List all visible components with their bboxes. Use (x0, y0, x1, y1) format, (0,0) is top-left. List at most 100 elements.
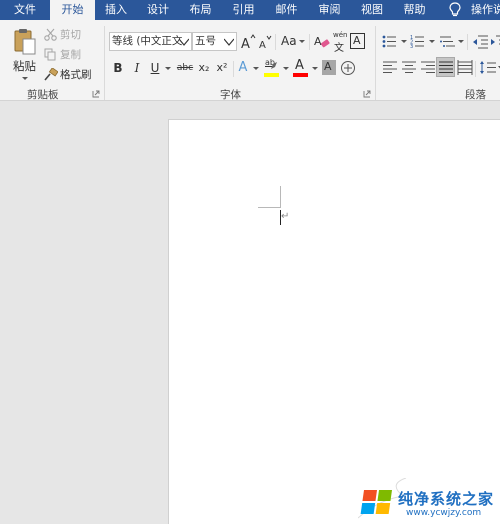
tab-help[interactable]: 帮助 (393, 0, 436, 20)
increase-indent-icon (491, 35, 500, 45)
justify-icon (439, 61, 453, 73)
character-border-label: A (353, 34, 361, 47)
tab-insert[interactable]: 插入 (95, 0, 137, 20)
paragraph-group-label: 段落 (465, 89, 486, 101)
numbering-button[interactable]: 1 2 3 (410, 33, 436, 50)
font-group-label: 字体 (220, 89, 241, 101)
font-size-combo[interactable]: 五号 (192, 32, 237, 51)
ribbon-home: 粘贴 剪切 复制 格式刷 剪贴板 等线 (中文正文 五号 A A Aa A wé… (0, 20, 500, 101)
align-left-button[interactable] (382, 59, 398, 76)
button-divider (233, 61, 234, 77)
distributed-button[interactable] (457, 59, 473, 76)
line-spacing-button[interactable] (479, 59, 500, 76)
marker-icon (271, 62, 277, 69)
tab-design[interactable]: 设计 (137, 0, 179, 20)
increase-indent-button[interactable] (490, 33, 500, 50)
format-painter-label: 格式刷 (60, 69, 92, 81)
highlight-button[interactable]: ab (264, 58, 280, 78)
tab-view[interactable]: 视图 (351, 0, 393, 20)
chevron-down-icon (22, 77, 28, 80)
chevron-down-icon[interactable] (312, 67, 318, 71)
decrease-indent-button[interactable] (472, 33, 488, 50)
change-case-button[interactable]: Aa (280, 33, 306, 50)
distributed-icon (457, 60, 473, 75)
tell-me-label: 操作说 (471, 3, 500, 16)
svg-text:A: A (259, 40, 266, 50)
chevron-down-icon[interactable] (165, 67, 171, 71)
paste-label: 粘贴 (13, 59, 36, 73)
svg-text:A: A (314, 35, 322, 48)
justify-button[interactable] (436, 57, 455, 77)
chevron-down-icon[interactable] (283, 67, 289, 71)
group-divider (375, 26, 376, 100)
copy-button[interactable]: 复制 (44, 47, 94, 62)
font-size-value: 五号 (195, 35, 216, 47)
button-divider (275, 34, 276, 50)
shrink-font-button[interactable]: A (258, 33, 272, 51)
font-color-label: A (295, 58, 304, 73)
tab-references[interactable]: 引用 (222, 0, 265, 20)
paintbrush-icon (44, 68, 58, 81)
clipboard-group-label: 剪贴板 (27, 89, 59, 101)
multilevel-list-button[interactable] (439, 33, 465, 50)
copy-icon (44, 48, 56, 61)
change-case-label: Aa (281, 34, 297, 48)
bullets-button[interactable] (382, 33, 408, 50)
underline-button[interactable]: U (148, 59, 162, 77)
decrease-indent-icon (473, 35, 488, 49)
bold-button[interactable]: B (111, 59, 125, 77)
paste-button[interactable]: 粘贴 (8, 26, 42, 88)
line-spacing-icon (480, 61, 500, 74)
dialog-launcher-icon[interactable] (92, 90, 100, 98)
phonetic-guide-button[interactable]: wén 文 (332, 31, 348, 54)
font-color-button[interactable]: A (293, 58, 309, 78)
font-name-combo[interactable]: 等线 (中文正文 (109, 32, 192, 51)
clear-formatting-button[interactable]: A (314, 33, 330, 50)
align-center-icon (402, 61, 416, 73)
enclose-characters-button[interactable] (340, 60, 356, 76)
phonetic-guide-bottom: 文 (334, 43, 344, 54)
tab-file[interactable]: 文件 (0, 0, 50, 20)
cut-label: 剪切 (60, 29, 81, 41)
scissors-icon (44, 28, 57, 41)
shrink-font-icon: A (259, 35, 272, 51)
font-color-swatch (293, 73, 308, 77)
tab-layout[interactable]: 布局 (179, 0, 222, 20)
character-shading-button[interactable]: A (322, 60, 336, 75)
chevron-down-icon[interactable] (253, 67, 259, 71)
font-name-value: 等线 (中文正文 (112, 35, 183, 47)
bullets-icon (382, 35, 407, 48)
tab-mailings[interactable]: 邮件 (265, 0, 308, 20)
character-border-button[interactable]: A (350, 33, 365, 49)
button-divider (467, 34, 468, 50)
watermark-url: www.ycwjzy.com (406, 508, 482, 518)
multilevel-list-icon (440, 36, 464, 47)
highlight-color-swatch (264, 73, 279, 77)
superscript-button[interactable]: x² (214, 59, 230, 77)
document-page[interactable] (168, 119, 500, 524)
grow-font-button[interactable]: A (240, 33, 256, 52)
strikethrough-button[interactable]: abc (176, 59, 194, 77)
dialog-launcher-icon[interactable] (363, 90, 371, 98)
align-center-button[interactable] (401, 59, 417, 76)
chevron-down-icon (179, 38, 189, 46)
svg-text:A: A (241, 37, 250, 50)
button-divider (309, 34, 310, 50)
chevron-down-icon (224, 38, 234, 46)
ribbon-tab-bar: 文件 开始 插入 设计 布局 引用 邮件 审阅 视图 帮助 操作说 (0, 0, 500, 20)
chevron-down-icon (299, 40, 305, 43)
text-effects-button[interactable]: A (236, 59, 250, 77)
watermark-title: 纯净系统之家 (398, 490, 495, 508)
tab-review[interactable]: 审阅 (308, 0, 351, 20)
italic-button[interactable]: I (130, 59, 144, 77)
tab-home[interactable]: 开始 (50, 0, 95, 20)
subscript-button[interactable]: x₂ (196, 59, 212, 77)
phonetic-guide-top: wén (333, 31, 348, 39)
margin-crop-mark (258, 207, 280, 208)
format-painter-button[interactable]: 格式刷 (44, 67, 96, 82)
enclosed-character-icon (341, 61, 355, 75)
paragraph-mark: ↵ (281, 211, 290, 222)
copy-label: 复制 (60, 49, 81, 61)
cut-button[interactable]: 剪切 (44, 27, 94, 42)
align-right-button[interactable] (420, 59, 436, 76)
